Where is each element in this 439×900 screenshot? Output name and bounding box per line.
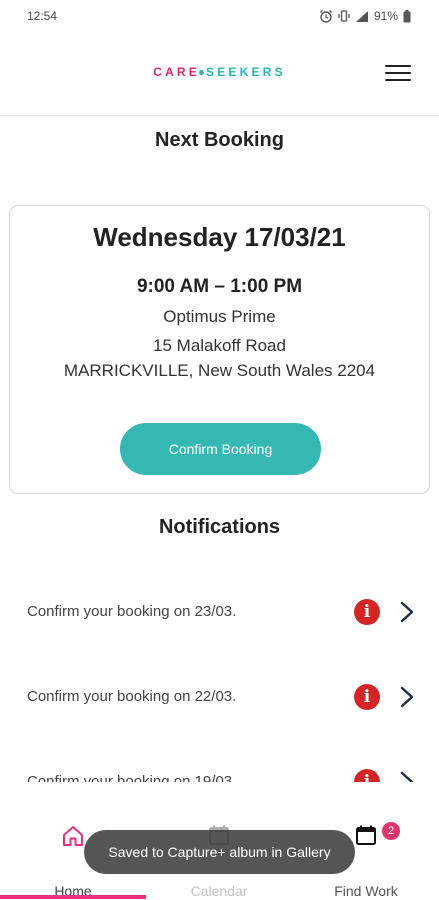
battery-percent: 91% — [373, 9, 398, 23]
home-icon — [63, 826, 83, 846]
menu-line — [385, 65, 411, 67]
logo-dot — [199, 70, 205, 76]
status-bar: 12:54 91% — [0, 0, 439, 32]
notification-text: Confirm your booking on 22/03. — [27, 688, 237, 705]
notification-item[interactable]: Confirm your booking on 22/03. i — [0, 667, 439, 727]
alert-icon: i — [354, 769, 380, 782]
app-logo: CARE SEEKERS — [0, 65, 439, 79]
booking-card: Wednesday 17/03/21 9:00 AM – 1:00 PM Opt… — [9, 205, 430, 494]
chevron-right-icon — [400, 771, 414, 782]
nav-calendar-label: Calendar — [190, 883, 248, 899]
alarm-icon — [320, 10, 332, 23]
alert-icon: i — [354, 599, 380, 625]
notification-badge: 2 — [382, 822, 400, 840]
calendar-icon — [356, 825, 376, 845]
notification-text: Confirm your booking on 19/03. — [27, 773, 237, 782]
booking-street: 15 Malakoff Road — [153, 336, 286, 355]
menu-line — [385, 72, 411, 74]
booking-suburb: MARRICKVILLE, New South Wales 2204 — [63, 361, 376, 380]
signal-icon — [355, 10, 368, 22]
logo-care: CARE — [153, 65, 201, 79]
status-icons: 91% — [319, 9, 411, 23]
notifications-heading: Notifications — [158, 516, 281, 538]
menu-line — [385, 79, 411, 81]
toast-message: Saved to Capture+ album in Gallery — [84, 830, 355, 874]
alert-icon: i — [354, 684, 380, 710]
booking-time: 9:00 AM – 1:00 PM — [136, 276, 303, 297]
chevron-right-icon — [400, 686, 414, 708]
app-header: CARE SEEKERS — [0, 32, 439, 116]
logo-seekers: SEEKERS — [206, 65, 286, 79]
battery-icon — [403, 9, 411, 22]
notifications-list: Confirm your booking on 23/03. i Confirm… — [0, 560, 439, 782]
nav-find-work-label: Find Work — [334, 883, 398, 899]
booking-date: Wednesday 17/03/21 — [93, 222, 346, 252]
active-tab-indicator — [0, 895, 146, 899]
chevron-right-icon — [400, 601, 414, 623]
booking-client: Optimus Prime — [163, 307, 276, 326]
next-booking-heading: Next Booking — [155, 129, 284, 151]
vibrate-icon — [338, 10, 350, 22]
notification-item[interactable]: Confirm your booking on 19/03. i — [0, 752, 439, 782]
hamburger-menu-icon[interactable] — [385, 62, 411, 84]
notification-text: Confirm your booking on 23/03. — [27, 603, 237, 620]
confirm-booking-button[interactable]: Confirm Booking — [120, 423, 321, 475]
notification-item[interactable]: Confirm your booking on 23/03. i — [0, 582, 439, 642]
status-time: 12:54 — [27, 9, 58, 23]
